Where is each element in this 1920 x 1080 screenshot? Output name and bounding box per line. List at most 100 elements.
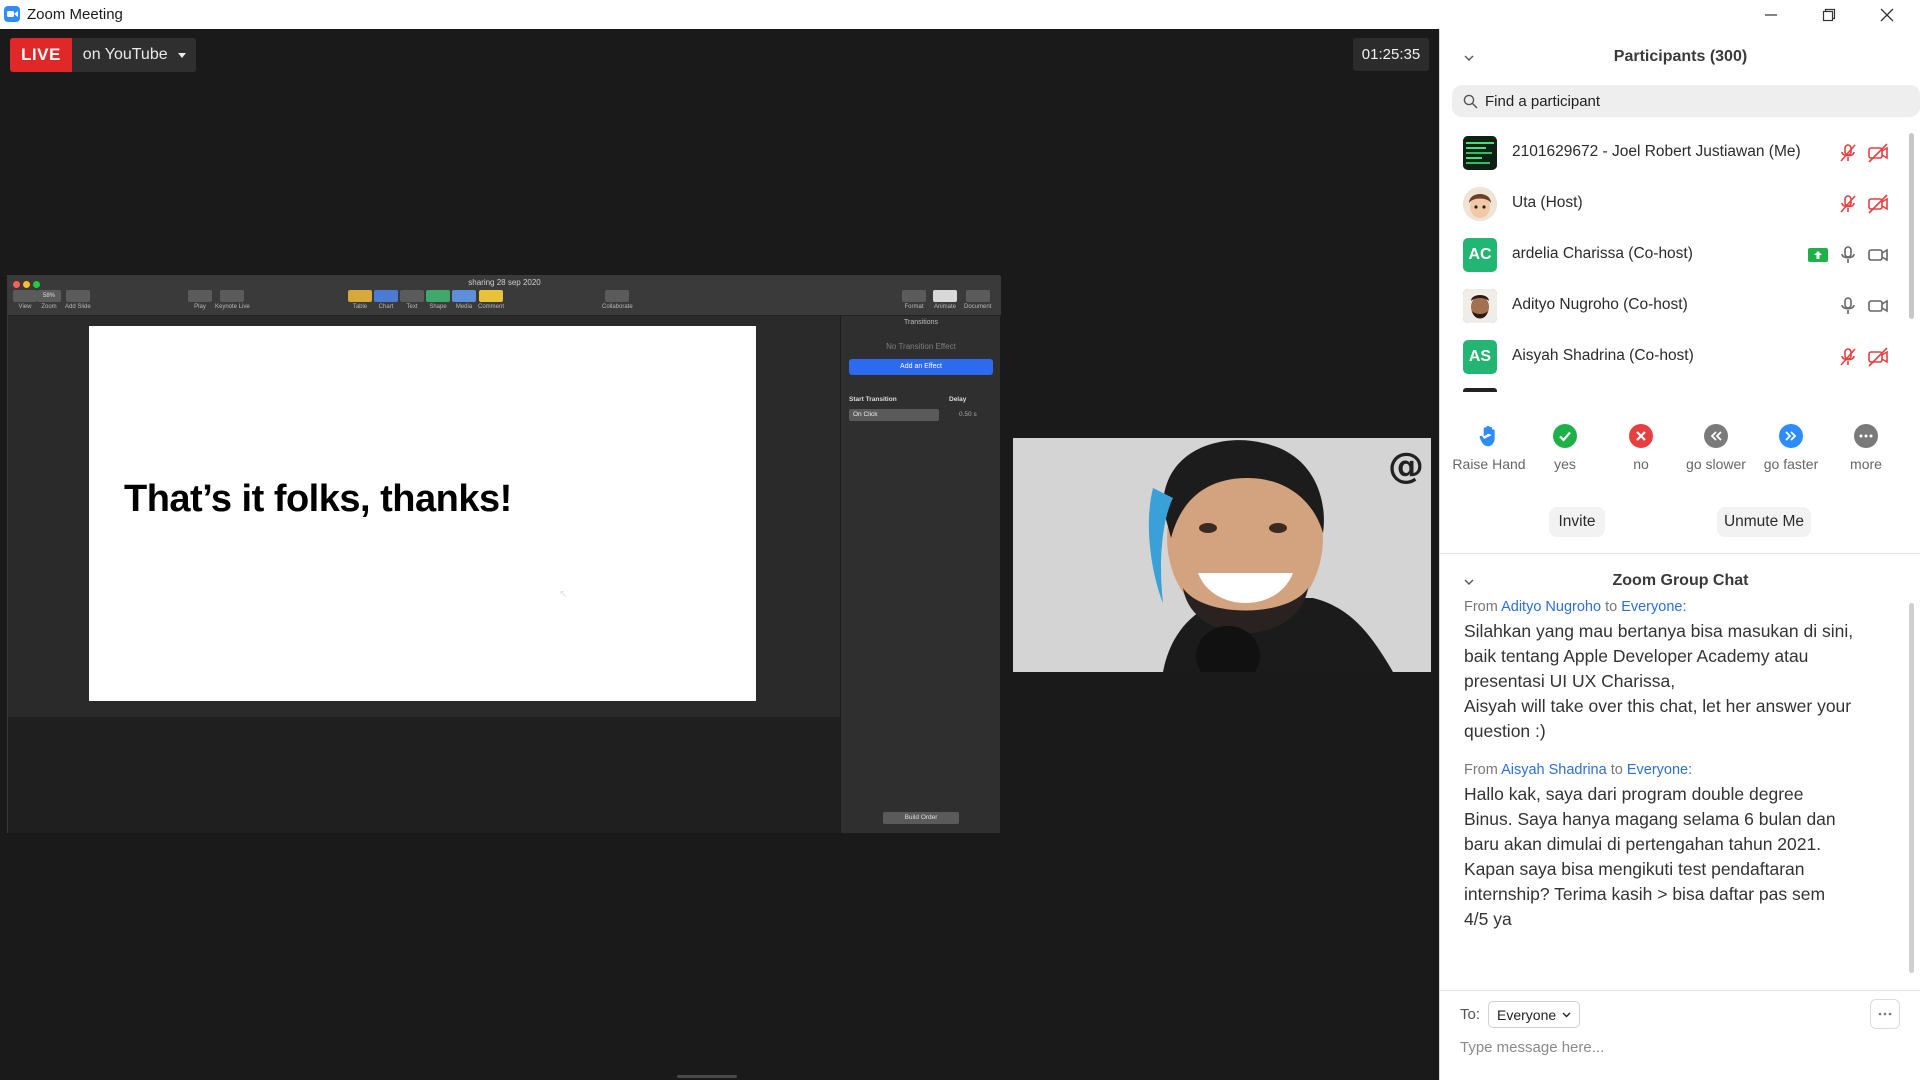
participant-name: Uta (Host) bbox=[1512, 194, 1583, 211]
kn-tool-play: Play bbox=[188, 290, 212, 310]
slide: That’s it folks, thanks! bbox=[89, 326, 756, 701]
chat-more-button[interactable] bbox=[1870, 999, 1900, 1029]
chat-heading: Zoom Group Chat bbox=[1612, 572, 1749, 589]
x-icon bbox=[1629, 424, 1653, 448]
divider bbox=[1440, 990, 1920, 991]
kn-tool-comment: Comment bbox=[478, 290, 504, 310]
build-order-button: Build Order bbox=[883, 812, 959, 824]
sender-name[interactable]: Adityo Nugroho bbox=[1501, 599, 1601, 615]
participant-search-input[interactable] bbox=[1485, 92, 1905, 110]
yes-button[interactable]: yes bbox=[1527, 424, 1603, 472]
recipient-name[interactable]: Everyone: bbox=[1627, 762, 1692, 778]
keynote-toolbar: sharing 28 sep 2020 View 58% Zoom Add Sli… bbox=[8, 276, 1001, 316]
participant-name: Aisyah Shadrina (Co-host) bbox=[1512, 347, 1694, 364]
mic-icon[interactable] bbox=[1836, 243, 1860, 267]
more-reactions-button[interactable]: more bbox=[1828, 424, 1904, 472]
participants-heading: Participants (300) bbox=[1613, 48, 1748, 65]
mic-muted-icon[interactable] bbox=[1836, 192, 1860, 216]
video-off-icon[interactable] bbox=[1866, 192, 1890, 216]
media-icon bbox=[452, 290, 476, 302]
video-icon[interactable] bbox=[1866, 294, 1890, 318]
sender-name[interactable]: Aisyah Shadrina bbox=[1501, 762, 1607, 778]
document-icon bbox=[965, 290, 990, 302]
speaker-video[interactable]: @ bbox=[1013, 438, 1431, 672]
kn-tool-animate: Animate bbox=[933, 290, 957, 310]
kn-tool-collaborate: Collaborate bbox=[602, 290, 633, 310]
mouse-cursor-icon: ↖ bbox=[559, 589, 568, 600]
side-panel: Participants (300) 2101629672 - Joel Rob… bbox=[1439, 29, 1920, 1080]
recipient-select[interactable]: Everyone bbox=[1488, 1001, 1581, 1028]
kn-tool-table: Table bbox=[348, 290, 372, 310]
shape-icon bbox=[426, 290, 450, 302]
kn-tool-add-slide: Add Slide bbox=[65, 290, 91, 310]
chat-message-input[interactable] bbox=[1460, 1033, 1900, 1061]
transitions-inspector: Transitions No Transition Effect Add an … bbox=[840, 316, 1000, 833]
go-faster-button[interactable]: go faster bbox=[1753, 424, 1829, 472]
mic-muted-icon[interactable] bbox=[1836, 345, 1860, 369]
resize-handle[interactable] bbox=[677, 1075, 737, 1078]
stream-target-label: on YouTube bbox=[82, 46, 168, 63]
avatar bbox=[1463, 388, 1497, 392]
live-stream-badge[interactable]: LIVE on YouTube bbox=[10, 38, 196, 72]
video-icon[interactable] bbox=[1866, 243, 1890, 267]
delay-label: Delay bbox=[949, 396, 967, 403]
chevron-down-icon bbox=[1562, 1012, 1571, 1017]
chat-recipient-row: To: Everyone bbox=[1460, 1001, 1581, 1028]
restore-button[interactable] bbox=[1800, 0, 1858, 29]
start-transition-label: Start Transition bbox=[849, 396, 897, 403]
inspector-title: Transitions bbox=[904, 319, 938, 326]
shared-screen: sharing 28 sep 2020 View 58% Zoom Add Sli… bbox=[7, 275, 1001, 833]
kn-tool-zoom: 58% Zoom bbox=[37, 290, 61, 310]
kn-tool-shape: Shape bbox=[426, 290, 450, 310]
divider bbox=[1440, 553, 1920, 554]
close-button[interactable] bbox=[1858, 0, 1916, 29]
participant-name: ardelia Charissa (Co-host) bbox=[1512, 245, 1693, 262]
chat-message-meta: From Aisyah Shadrina to Everyone: bbox=[1464, 762, 1693, 778]
speaker-photo: @ bbox=[1013, 438, 1431, 672]
avatar bbox=[1463, 136, 1497, 170]
zoom-app-icon bbox=[4, 6, 20, 22]
invite-button[interactable]: Invite bbox=[1549, 507, 1605, 537]
stream-target-dropdown[interactable]: on YouTube bbox=[71, 38, 196, 72]
fast-forward-icon bbox=[1779, 424, 1803, 448]
participant-row[interactable]: 2101629672 - Joel Robert Justiawan (Me) bbox=[1440, 128, 1912, 179]
no-effect-label: No Transition Effect bbox=[886, 342, 956, 351]
avatar bbox=[1463, 187, 1497, 221]
kn-tool-text: Text bbox=[400, 290, 424, 310]
chat-scrollbar[interactable] bbox=[1909, 603, 1914, 973]
start-transition-select: On Click bbox=[849, 409, 939, 421]
more-icon bbox=[1854, 424, 1878, 448]
search-icon bbox=[1463, 94, 1478, 109]
participant-row[interactable]: AS Aisyah Shadrina (Co-host) bbox=[1440, 332, 1912, 383]
video-off-icon[interactable] bbox=[1866, 141, 1890, 165]
meeting-stage: LIVE on YouTube 01:25:35 sharing 28 sep … bbox=[0, 29, 1439, 1080]
chat-message-body: Silahkan yang mau bertanya bisa masukan … bbox=[1464, 621, 1854, 741]
plus-icon bbox=[65, 290, 90, 302]
chat-message-meta: From Adityo Nugroho to Everyone: bbox=[1464, 599, 1687, 615]
to-label: To: bbox=[1460, 1006, 1481, 1023]
participant-search[interactable] bbox=[1452, 85, 1920, 117]
delay-value: 0.50 s bbox=[959, 411, 977, 418]
participant-row[interactable]: AC ardelia Charissa (Co-host) bbox=[1440, 230, 1912, 281]
recipient-name[interactable]: Everyone: bbox=[1621, 599, 1686, 615]
unmute-me-button[interactable]: Unmute Me bbox=[1717, 507, 1811, 537]
no-button[interactable]: no bbox=[1603, 424, 1679, 472]
mic-icon[interactable] bbox=[1836, 294, 1860, 318]
raise-hand-label: Raise Hand bbox=[1452, 456, 1526, 472]
window-title: Zoom Meeting bbox=[27, 6, 123, 23]
mic-muted-icon[interactable] bbox=[1836, 141, 1860, 165]
no-label: no bbox=[1633, 456, 1649, 472]
raise-hand-button[interactable]: Raise Hand bbox=[1451, 424, 1527, 472]
participants-scrollbar[interactable] bbox=[1909, 133, 1914, 319]
chart-icon bbox=[374, 290, 398, 302]
video-off-icon[interactable] bbox=[1866, 345, 1890, 369]
chat-messages: From Adityo Nugroho to Everyone: Silahka… bbox=[1440, 597, 1920, 978]
format-icon bbox=[902, 290, 926, 302]
participant-row[interactable]: Uta (Host) bbox=[1440, 179, 1912, 230]
avatar bbox=[1463, 289, 1497, 323]
meeting-timer: 01:25:35 bbox=[1353, 38, 1429, 71]
minimize-button[interactable] bbox=[1742, 0, 1800, 29]
kn-tool-keynote-live: Keynote Live bbox=[215, 290, 250, 310]
participant-row[interactable]: Adityo Nugroho (Co-host) bbox=[1440, 281, 1912, 332]
go-slower-button[interactable]: go slower bbox=[1678, 424, 1754, 472]
